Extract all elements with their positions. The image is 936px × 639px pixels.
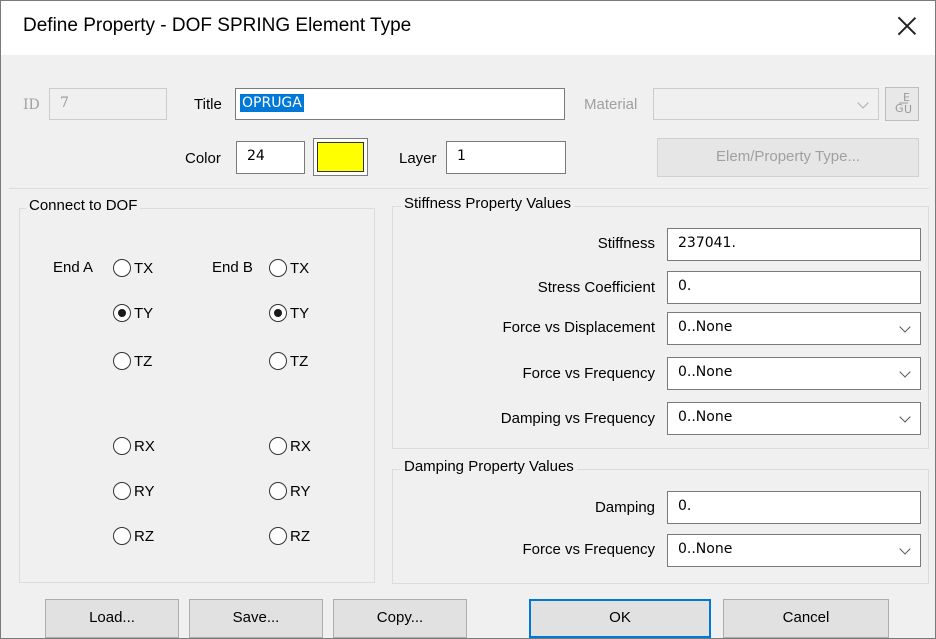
elem-property-type-button: Elem/Property Type... [657, 138, 919, 177]
layer-input[interactable]: 1 [446, 141, 566, 174]
close-icon[interactable] [893, 12, 921, 40]
end-b-tz-radio[interactable]: TZ [269, 352, 308, 370]
radio-checked-icon [269, 304, 287, 322]
material-select [653, 88, 879, 120]
damping-label: Damping [594, 499, 655, 516]
damping-force-vs-frequency-label: Force vs Frequency [522, 541, 655, 558]
force-vs-frequency-value: 0..None [678, 364, 733, 380]
egu-icon: E G U [885, 87, 919, 121]
end-a-rz-radio[interactable]: RZ [113, 527, 154, 545]
stress-coefficient-input[interactable]: 0. [667, 271, 921, 304]
copy-button[interactable]: Copy... [333, 599, 467, 638]
radio-label: TY [134, 304, 154, 322]
radio-label: TZ [290, 352, 309, 370]
load-button[interactable]: Load... [45, 599, 179, 638]
radio-checked-icon [113, 304, 131, 322]
radio-label: TZ [134, 352, 153, 370]
chevron-down-icon [900, 323, 910, 333]
damping-input[interactable]: 0. [667, 491, 921, 524]
material-label: Material [584, 96, 638, 113]
force-vs-frequency-select[interactable]: 0..None [667, 357, 921, 390]
chevron-down-icon [858, 99, 868, 109]
end-a-tx-radio[interactable]: TX [113, 259, 153, 277]
chevron-down-icon [900, 413, 910, 423]
layer-label: Layer [399, 150, 437, 167]
damping-vs-frequency-value: 0..None [678, 409, 733, 425]
radio-label: RZ [134, 527, 154, 545]
radio-circle-icon [113, 259, 131, 277]
header-divider [9, 188, 929, 189]
end-a-rx-radio[interactable]: RX [113, 437, 155, 455]
end-b-ty-radio[interactable]: TY [269, 304, 309, 322]
window-title: Define Property - DOF SPRING Element Typ… [23, 15, 412, 36]
end-a-ty-radio[interactable]: TY [113, 304, 153, 322]
radio-label: RX [134, 437, 155, 455]
radio-label: RX [290, 437, 311, 455]
damping-group-title: Damping Property Values [401, 458, 577, 475]
damping-vs-frequency-select[interactable]: 0..None [667, 402, 921, 435]
ok-button[interactable]: OK [529, 599, 711, 638]
radio-label: TX [290, 259, 310, 277]
egu-glyph-icon: E G U [895, 91, 912, 116]
stiffness-group-title: Stiffness Property Values [401, 195, 575, 212]
damping-force-vs-frequency-select[interactable]: 0..None [667, 534, 921, 567]
radio-circle-icon [269, 482, 287, 500]
id-label: ID [23, 97, 40, 113]
title-value: OPRUGA [240, 94, 304, 112]
id-field: 7 [49, 88, 167, 120]
radio-label: TX [134, 259, 154, 277]
end-b-rx-radio[interactable]: RX [269, 437, 311, 455]
svg-text:U: U [904, 103, 912, 116]
define-property-dialog: Define Property - DOF SPRING Element Typ… [0, 0, 936, 639]
stiffness-label: Stiffness [597, 235, 655, 252]
radio-label: RY [134, 482, 155, 500]
radio-circle-icon [113, 527, 131, 545]
radio-circle-icon [269, 437, 287, 455]
force-vs-frequency-label: Force vs Frequency [522, 365, 655, 382]
color-swatch-fill [317, 142, 364, 172]
end-a-label: End A [53, 259, 94, 276]
color-swatch-button[interactable] [313, 138, 368, 176]
end-b-ry-radio[interactable]: RY [269, 482, 311, 500]
end-b-rz-radio[interactable]: RZ [269, 527, 310, 545]
damping-vs-frequency-label: Damping vs Frequency [500, 410, 655, 427]
radio-circle-icon [113, 437, 131, 455]
color-label: Color [185, 150, 221, 167]
radio-circle-icon [269, 527, 287, 545]
end-a-ry-radio[interactable]: RY [113, 482, 155, 500]
svg-text:G: G [895, 102, 904, 115]
color-input[interactable]: 24 [236, 141, 305, 174]
cancel-button[interactable]: Cancel [723, 599, 889, 638]
radio-label: TY [290, 304, 310, 322]
save-button[interactable]: Save... [189, 599, 323, 638]
radio-circle-icon [269, 259, 287, 277]
radio-circle-icon [269, 352, 287, 370]
radio-label: RY [290, 482, 311, 500]
end-b-label: End B [212, 259, 253, 276]
radio-label: RZ [290, 527, 310, 545]
title-label: Title [194, 96, 222, 113]
chevron-down-icon [900, 368, 910, 378]
damping-force-vs-frequency-value: 0..None [678, 541, 733, 557]
chevron-down-icon [900, 545, 910, 555]
force-vs-displacement-value: 0..None [678, 319, 733, 335]
title-input[interactable]: OPRUGA [235, 88, 565, 120]
end-b-tx-radio[interactable]: TX [269, 259, 309, 277]
stiffness-input[interactable]: 237041. [667, 228, 921, 261]
force-vs-displacement-select[interactable]: 0..None [667, 312, 921, 345]
connect-to-dof-title: Connect to DOF [26, 197, 141, 214]
radio-circle-icon [113, 352, 131, 370]
radio-circle-icon [113, 482, 131, 500]
stress-coefficient-label: Stress Coefficient [537, 279, 655, 296]
force-vs-displacement-label: Force vs Displacement [502, 319, 655, 336]
title-bar: Define Property - DOF SPRING Element Typ… [1, 1, 935, 55]
end-a-tz-radio[interactable]: TZ [113, 352, 152, 370]
